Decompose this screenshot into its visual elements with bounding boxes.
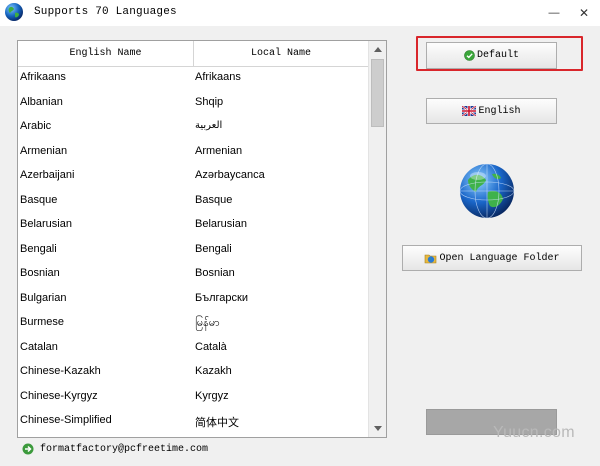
- column-header-english-name[interactable]: English Name: [18, 41, 194, 66]
- english-name: Chinese-Simplified: [20, 414, 112, 426]
- vertical-scrollbar[interactable]: [368, 41, 386, 437]
- minimize-button[interactable]: —: [540, 0, 568, 26]
- language-list[interactable]: English Name Local Name Afrikaans Afrikaa…: [17, 40, 387, 438]
- local-name: Български: [195, 291, 248, 304]
- scrollbar-thumb[interactable]: [371, 59, 384, 127]
- list-item[interactable]: Afrikaans Afrikaans: [18, 67, 368, 92]
- list-item[interactable]: Burmese မြန်မာ: [18, 312, 368, 337]
- window-title: Supports 70 Languages: [34, 6, 177, 18]
- local-name: Kazakh: [195, 365, 232, 377]
- scroll-up-button[interactable]: [369, 41, 386, 58]
- list-item[interactable]: Azerbaijani Azərbaycanca: [18, 165, 368, 190]
- watermark: Yuucn.com: [493, 424, 575, 441]
- english-name: Chinese-Kazakh: [20, 365, 101, 377]
- local-name: Shqip: [195, 95, 224, 108]
- footer: formatfactory@pcfreetime.com: [22, 442, 208, 456]
- english-name: Bulgarian: [20, 291, 67, 304]
- local-name: Belarusian: [195, 218, 247, 230]
- uk-flag-icon: [462, 106, 477, 116]
- list-item[interactable]: Chinese-Kyrgyz Kyrgyz: [18, 386, 368, 411]
- english-button-label: English: [478, 105, 521, 117]
- english-name: Armenian: [20, 144, 68, 157]
- local-name: မြန်မာ: [195, 317, 220, 329]
- green-arrow-icon: [22, 443, 34, 455]
- local-name: Bosnian: [195, 267, 235, 279]
- local-name: Afrikaans: [195, 71, 241, 83]
- minimize-icon: —: [548, 7, 560, 19]
- list-item[interactable]: Arabic العربية: [18, 116, 368, 141]
- local-name: العربية: [195, 120, 223, 131]
- local-name: Azərbaycanca: [195, 169, 265, 181]
- default-button[interactable]: Default: [426, 42, 557, 69]
- list-item[interactable]: Basque Basque: [18, 190, 368, 215]
- open-folder-button-label: Open Language Folder: [439, 252, 560, 264]
- local-name: 简体中文: [195, 417, 239, 429]
- scroll-down-icon: [374, 426, 382, 431]
- list-item[interactable]: Belarusian Belarusian: [18, 214, 368, 239]
- list-rows: Afrikaans Afrikaans Albanian Shqip Arabic ا…: [18, 67, 368, 435]
- english-name: Belarusian: [20, 218, 72, 230]
- open-language-folder-button[interactable]: Open Language Folder: [402, 245, 582, 271]
- scroll-up-icon: [374, 47, 382, 52]
- close-button[interactable]: ✕: [570, 0, 598, 26]
- list-item[interactable]: Albanian Shqip: [18, 92, 368, 117]
- english-name: Chinese-Kyrgyz: [20, 389, 98, 402]
- english-name: Bengali: [20, 242, 57, 255]
- list-item[interactable]: Bengali Bengali: [18, 239, 368, 264]
- english-button[interactable]: English: [426, 98, 557, 124]
- list-item[interactable]: Catalan Català: [18, 337, 368, 362]
- scroll-down-button[interactable]: [369, 420, 386, 437]
- local-name: Basque: [195, 193, 233, 206]
- english-name: Afrikaans: [20, 71, 66, 83]
- list-item[interactable]: Bosnian Bosnian: [18, 263, 368, 288]
- list-header: English Name Local Name: [18, 41, 368, 67]
- english-name: Arabic: [20, 120, 52, 132]
- close-icon: ✕: [578, 6, 590, 20]
- globe-icon: [5, 3, 23, 21]
- english-name: Basque: [20, 193, 58, 206]
- local-name: Català: [195, 340, 227, 353]
- column-header-local-name[interactable]: Local Name: [194, 41, 368, 66]
- english-name: Albanian: [20, 95, 63, 108]
- title-bar: Supports 70 Languages — ✕: [0, 0, 600, 26]
- english-name: Azerbaijani: [20, 169, 75, 181]
- english-name: Burmese: [20, 316, 65, 328]
- list-item[interactable]: Bulgarian Български: [18, 288, 368, 313]
- local-name: Bengali: [195, 242, 232, 255]
- english-name: Bosnian: [20, 267, 60, 279]
- contact-email: formatfactory@pcfreetime.com: [40, 443, 209, 455]
- list-item[interactable]: Chinese-Kazakh Kazakh: [18, 361, 368, 386]
- local-name: Armenian: [195, 144, 243, 157]
- globe-icon: [459, 163, 515, 219]
- default-button-label: Default: [476, 50, 519, 61]
- local-name: Kyrgyz: [195, 389, 229, 402]
- green-check-icon: [464, 50, 475, 61]
- list-item[interactable]: Armenian Armenian: [18, 141, 368, 166]
- list-item[interactable]: Chinese-Simplified 简体中文: [18, 410, 368, 435]
- folder-globe-icon: [425, 254, 437, 263]
- english-name: Catalan: [20, 340, 58, 353]
